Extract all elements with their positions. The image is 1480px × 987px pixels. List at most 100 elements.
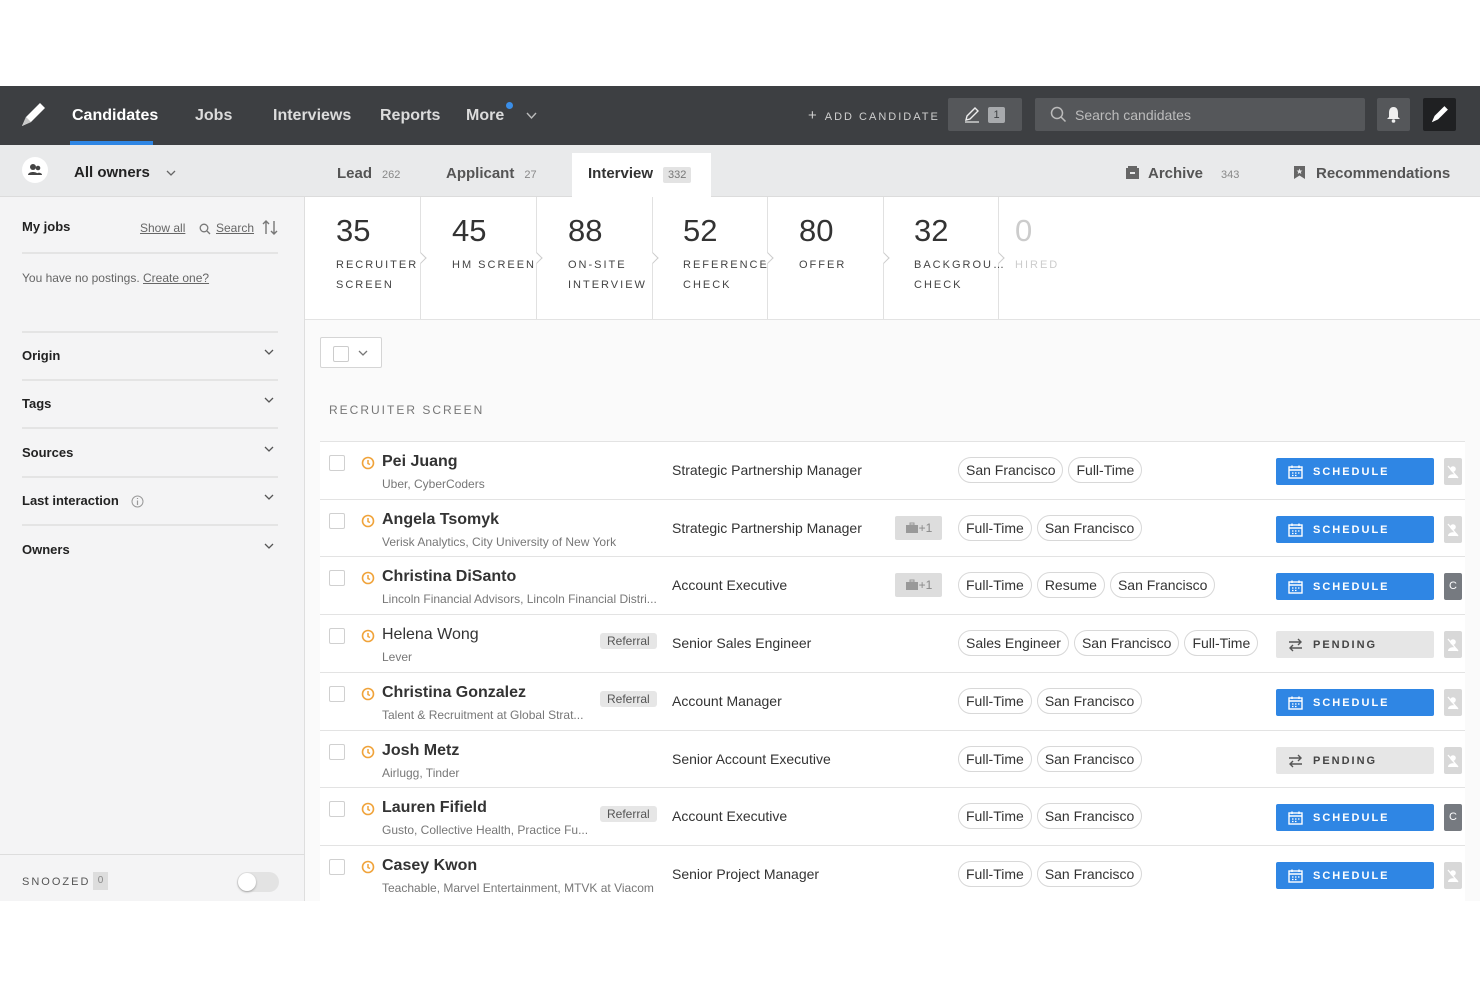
filter-tags[interactable]: Tags <box>22 381 278 429</box>
stage-background-check[interactable]: 32 BACKGROU… CHECK <box>883 197 1005 319</box>
owner-initial-avatar[interactable]: C <box>1444 804 1462 832</box>
tag-chip[interactable]: Full-Time <box>958 860 1032 887</box>
unassigned-owner-button[interactable] <box>1444 861 1462 889</box>
unassigned-owner-button[interactable] <box>1444 458 1462 485</box>
tag-chip[interactable]: Full-Time <box>958 803 1032 830</box>
pending-button[interactable]: PENDING <box>1276 631 1434 659</box>
select-all-checkbox[interactable] <box>333 346 349 362</box>
info-icon[interactable] <box>131 495 144 508</box>
tag-chip[interactable]: Full-Time <box>958 745 1032 772</box>
candidate-name[interactable]: Christina Gonzalez <box>382 684 526 702</box>
tag-chip[interactable]: Full-Time <box>958 514 1032 541</box>
tag-chip[interactable]: Full-Time <box>958 572 1032 599</box>
tag-chip[interactable]: Full-Time <box>1068 457 1143 483</box>
tab-applicant[interactable]: Applicant 27 <box>446 153 537 197</box>
unassigned-owner-button[interactable] <box>1444 515 1462 543</box>
nav-reports[interactable]: Reports <box>380 86 440 145</box>
notifications-button[interactable] <box>1377 98 1410 131</box>
row-checkbox[interactable] <box>329 628 345 645</box>
user-avatar[interactable] <box>1423 98 1456 131</box>
tag-chip[interactable]: Full-Time <box>1184 630 1259 657</box>
search-icon[interactable] <box>199 223 211 235</box>
tag-chip[interactable]: San Francisco <box>1036 687 1143 714</box>
lever-logo-icon[interactable] <box>18 100 48 130</box>
candidate-name[interactable]: Pei Juang <box>382 453 458 471</box>
schedule-button[interactable]: SCHEDULE <box>1276 861 1434 889</box>
sort-icon[interactable] <box>262 219 278 236</box>
stage-hm-screen[interactable]: 45 HM SCREEN <box>421 197 543 319</box>
tag-chip[interactable]: San Francisco <box>1036 745 1143 772</box>
schedule-button[interactable]: SCHEDULE <box>1276 515 1434 543</box>
filter-owners[interactable]: Owners <box>22 527 278 575</box>
schedule-button[interactable]: SCHEDULE <box>1276 458 1434 485</box>
table-row[interactable]: Christina DiSanto Lincoln Financial Advis… <box>320 556 1465 615</box>
filter-sources[interactable]: Sources <box>22 430 278 478</box>
stage-recruiter-screen[interactable]: 35 RECRUITER SCREEN <box>305 197 427 319</box>
search-box[interactable] <box>1035 98 1365 131</box>
candidate-name[interactable]: Lauren Fifield <box>382 799 487 817</box>
search-input[interactable] <box>1075 98 1355 131</box>
snoozed-toggle[interactable] <box>237 872 279 892</box>
filter-last-interaction[interactable]: Last interaction <box>22 478 278 526</box>
row-checkbox[interactable] <box>329 512 345 529</box>
add-candidate-button[interactable]: + ADD CANDIDATE <box>808 86 940 145</box>
row-checkbox[interactable] <box>329 858 345 875</box>
nav-interviews[interactable]: Interviews <box>273 86 351 145</box>
row-checkbox[interactable] <box>329 743 345 760</box>
tag-chip[interactable]: Resume <box>1036 572 1105 599</box>
extra-jobs-badge[interactable]: +1 <box>895 515 942 540</box>
bulk-select-dropdown[interactable] <box>320 337 382 368</box>
stage-offer[interactable]: 80 OFFER <box>768 197 890 319</box>
candidate-name[interactable]: Christina DiSanto <box>382 568 516 586</box>
pending-button[interactable]: PENDING <box>1276 746 1434 774</box>
tag-chip[interactable]: San Francisco <box>1036 860 1143 887</box>
tab-lead[interactable]: Lead 262 <box>337 153 400 197</box>
drafts-button[interactable]: 1 <box>948 98 1022 131</box>
table-row[interactable]: Pei Juang Uber, CyberCoders Strategic Part… <box>320 441 1465 499</box>
chevron-down-icon[interactable] <box>526 112 537 120</box>
recommendations-button[interactable]: Recommendations <box>1293 153 1450 197</box>
stage-reference-check[interactable]: 52 REFERENCE CHECK <box>652 197 774 319</box>
table-row[interactable]: Helena Wong Lever Referral Senior Sales Eng… <box>320 614 1465 673</box>
row-checkbox[interactable] <box>329 455 345 471</box>
unassigned-owner-button[interactable] <box>1444 688 1462 716</box>
tag-chip[interactable]: San Francisco <box>958 457 1064 483</box>
tag-chip[interactable]: Full-Time <box>958 687 1032 714</box>
table-row[interactable]: Casey Kwon Teachable, Marvel Entertainmen… <box>320 844 1465 901</box>
schedule-button[interactable]: SCHEDULE <box>1276 688 1434 716</box>
unassigned-owner-button[interactable] <box>1444 746 1462 774</box>
candidate-name[interactable]: Casey Kwon <box>382 857 477 875</box>
nav-candidates[interactable]: Candidates <box>72 86 158 145</box>
schedule-button[interactable]: SCHEDULE <box>1276 804 1434 832</box>
table-row[interactable]: Josh Metz Airlugg, Tinder Senior Account E… <box>320 729 1465 788</box>
candidate-name[interactable]: Helena Wong <box>382 626 479 644</box>
candidate-name[interactable]: Josh Metz <box>382 742 459 760</box>
tag-chip[interactable]: San Francisco <box>1109 572 1216 599</box>
owners-dropdown[interactable]: All owners <box>74 145 176 197</box>
create-posting-link[interactable]: Create one? <box>143 271 209 285</box>
table-row[interactable]: Christina Gonzalez Talent & Recruitment a… <box>320 671 1465 730</box>
unassigned-owner-button[interactable] <box>1444 631 1462 659</box>
row-checkbox[interactable] <box>329 685 345 702</box>
filter-origin[interactable]: Origin <box>22 333 278 381</box>
stage-on-site-interview[interactable]: 88 ON-SITE INTERVIEW <box>537 197 659 319</box>
stage-hired[interactable]: 0 HIRED <box>999 197 1115 319</box>
tag-chip[interactable]: San Francisco <box>1036 803 1143 830</box>
table-row[interactable]: Angela Tsomyk Verisk Analytics, City Univ… <box>320 498 1465 557</box>
extra-jobs-badge[interactable]: +1 <box>895 573 942 598</box>
tag-chip[interactable]: San Francisco <box>1036 514 1143 541</box>
tag-chip[interactable]: Sales Engineer <box>958 630 1069 657</box>
archive-button[interactable]: Archive 343 <box>1125 153 1239 197</box>
schedule-button[interactable]: SCHEDULE <box>1276 573 1434 601</box>
nav-jobs[interactable]: Jobs <box>195 86 232 145</box>
table-row[interactable]: Lauren Fifield Gusto, Collective Health, … <box>320 787 1465 846</box>
tab-interview[interactable]: Interview 332 <box>572 153 711 197</box>
search-jobs-link[interactable]: Search <box>216 221 254 235</box>
nav-more[interactable]: More <box>466 86 504 145</box>
row-checkbox[interactable] <box>329 801 345 818</box>
show-all-link[interactable]: Show all <box>140 221 185 235</box>
candidate-name[interactable]: Angela Tsomyk <box>382 511 499 529</box>
row-checkbox[interactable] <box>329 570 345 587</box>
owner-initial-avatar[interactable]: C <box>1444 573 1462 601</box>
tag-chip[interactable]: San Francisco <box>1073 630 1180 657</box>
